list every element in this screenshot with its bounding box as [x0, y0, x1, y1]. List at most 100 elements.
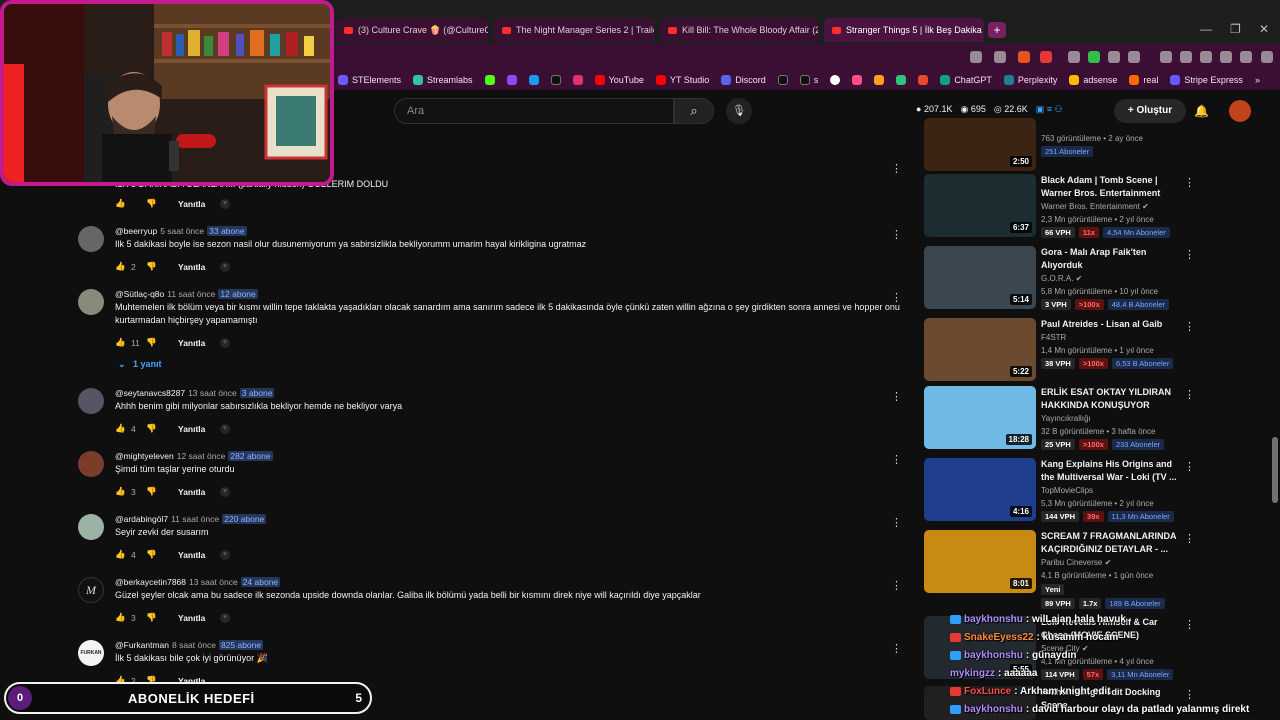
reply-button[interactable]: Yanıtla	[178, 262, 220, 272]
more-options-icon[interactable]: ⋮	[891, 228, 902, 241]
more-options-icon[interactable]: ⋮	[1184, 532, 1195, 545]
close-tab-icon[interactable]: ✕	[982, 24, 984, 37]
bookmark-youtube[interactable]: YouTube	[594, 74, 644, 85]
more-options-icon[interactable]: ⋮	[1184, 388, 1195, 401]
comment-author[interactable]: @Sütlaç-q8o	[115, 289, 164, 299]
reply-button[interactable]: Yanıtla	[178, 338, 220, 348]
comment-author[interactable]: @ardabingöl7	[115, 514, 168, 524]
video-thumbnail[interactable]: 8:01	[924, 530, 1036, 593]
bookmark-kick[interactable]	[484, 74, 495, 85]
extension-icons[interactable]: ▣ ≡ ⚇	[1036, 104, 1063, 115]
bookmark-misc[interactable]	[896, 74, 907, 85]
dislike-icon[interactable]: 👎	[146, 261, 178, 272]
dislike-icon[interactable]: 👎	[146, 198, 178, 209]
dislike-icon[interactable]: 👎	[146, 486, 178, 497]
more-options-icon[interactable]: ⋮	[891, 390, 902, 403]
video-title[interactable]: Kang Explains His Origins and the Multiv…	[1041, 458, 1183, 484]
video-title[interactable]: ERLİK ESAT OKTAY YILDIRAN HAKKINDA KONUŞ…	[1041, 386, 1183, 412]
bookmark-x[interactable]	[550, 74, 561, 85]
tab-night-manager[interactable]: The Night Manager Series 2 | Trailer	[494, 18, 654, 42]
video-title[interactable]: SCREAM 7 FRAGMANLARINDA KAÇIRDIĞINIZ DET…	[1041, 530, 1183, 556]
show-replies-button[interactable]: ⌄ 1 yanıt	[118, 359, 162, 370]
reply-button[interactable]: Yanıtla	[178, 613, 220, 623]
like-icon[interactable]: 👍	[115, 423, 131, 434]
avatar[interactable]: M	[78, 577, 104, 603]
more-options-icon[interactable]: ⋮	[1184, 688, 1195, 701]
bookmark-misc[interactable]	[852, 74, 863, 85]
bookmark-perplexity[interactable]: Perplexity	[1003, 74, 1057, 85]
more-options-icon[interactable]: ⋮	[891, 162, 902, 175]
close-window-button[interactable]: ✕	[1259, 22, 1269, 36]
like-icon[interactable]: 👍	[115, 198, 131, 209]
more-options-icon[interactable]: ⋮	[1184, 618, 1195, 631]
wallet-icon[interactable]	[1200, 51, 1212, 63]
more-options-icon[interactable]: ⋮	[891, 579, 902, 592]
avatar[interactable]	[78, 289, 104, 315]
create-button[interactable]: + Oluştur	[1114, 99, 1186, 123]
reply-button[interactable]: Yanıtla	[178, 487, 220, 497]
like-icon[interactable]: 👍	[115, 486, 131, 497]
channel-name[interactable]: TopMovieClips	[1041, 485, 1093, 497]
channel-name[interactable]: G.O.R.A. ✔	[1041, 273, 1082, 285]
video-thumbnail[interactable]: 2:50	[924, 118, 1036, 171]
more-options-icon[interactable]: ⋮	[891, 291, 902, 304]
minimize-button[interactable]: —	[1200, 22, 1212, 36]
more-options-icon[interactable]: ⋮	[1184, 248, 1195, 261]
video-title[interactable]: Gora - Malı Arap Faik'ten Alıyorduk	[1041, 246, 1183, 272]
channel-name[interactable]: F4STR	[1041, 332, 1066, 344]
bookmark-chatgpt[interactable]: ChatGPT	[940, 74, 992, 85]
bookmark-discord[interactable]: Discord	[721, 74, 766, 85]
channel-name[interactable]: Paribu Cineverse ✔	[1041, 557, 1111, 569]
tab-kill-bill[interactable]: Kill Bill: The Whole Bloody Affair (20..…	[660, 18, 818, 42]
comment-author[interactable]: @berkaycetin7868	[115, 577, 186, 587]
video-thumbnail[interactable]: 5:22	[924, 318, 1036, 381]
channel-name[interactable]: Yayıncıkrallığı	[1041, 413, 1091, 425]
notifications-bell-icon[interactable]: 🔔	[1194, 104, 1209, 118]
bookmark-stripe-express[interactable]: Stripe Express	[1170, 74, 1243, 85]
avatar[interactable]	[78, 514, 104, 540]
avatar[interactable]	[78, 226, 104, 252]
like-icon[interactable]: 👍	[115, 549, 131, 560]
more-options-icon[interactable]: ⋮	[1184, 176, 1195, 189]
video-title[interactable]: Black Adam | Tomb Scene | Warner Bros. E…	[1041, 174, 1183, 200]
brave-shield-icon[interactable]	[1018, 51, 1030, 63]
tab-culture-crave[interactable]: (3) Culture Crave 🍿 (@CultureCrav...	[336, 18, 488, 42]
bookmark-misc[interactable]	[918, 74, 929, 85]
reply-button[interactable]: Yanıtla	[178, 199, 220, 209]
more-options-icon[interactable]: ⋮	[1184, 460, 1195, 473]
page-scrollbar[interactable]	[1270, 92, 1280, 720]
like-icon[interactable]: 👍	[115, 612, 131, 623]
voice-search-button[interactable]: 🎙	[726, 98, 752, 124]
extension-green-icon[interactable]	[1088, 51, 1100, 63]
share-icon[interactable]	[994, 51, 1006, 63]
channel-name[interactable]: Warner Bros. Entertainment ✔	[1041, 201, 1149, 213]
bookmark-misc[interactable]	[830, 74, 841, 85]
new-tab-button[interactable]: +	[988, 22, 1006, 38]
comment-author[interactable]: @mightyeleven	[115, 451, 174, 461]
tab-stranger-things[interactable]: Stranger Things 5 | İlk Beş Dakika ✕	[824, 18, 984, 42]
video-thumbnail[interactable]: 18:28	[924, 386, 1036, 449]
maximize-button[interactable]: ❐	[1230, 22, 1241, 36]
like-icon[interactable]: 👍	[115, 337, 131, 348]
bookmark-adsense[interactable]: adsense	[1069, 74, 1117, 85]
music-icon[interactable]	[1160, 51, 1172, 63]
extension-icon[interactable]	[1128, 51, 1140, 63]
like-icon[interactable]: 👍	[115, 261, 131, 272]
comment-author[interactable]: @beerryup	[115, 226, 157, 236]
bookmark-bluesky[interactable]	[528, 74, 539, 85]
bookmark-yt-studio[interactable]: YT Studio	[655, 74, 709, 85]
video-thumbnail[interactable]: 4:16	[924, 458, 1036, 521]
bookmark-stelements[interactable]: STElements	[338, 74, 401, 85]
extension-icon[interactable]	[1108, 51, 1120, 63]
dislike-icon[interactable]: 👎	[146, 423, 178, 434]
reply-button[interactable]: Yanıtla	[178, 550, 220, 560]
comment-author[interactable]: @seytanavcs8287	[115, 388, 185, 398]
more-options-icon[interactable]: ⋮	[1184, 320, 1195, 333]
account-avatar[interactable]	[1229, 100, 1251, 122]
avatar[interactable]	[78, 388, 104, 414]
avatar[interactable]	[78, 451, 104, 477]
bookmark-tiktok-s[interactable]: s	[799, 74, 818, 85]
vpn-icon[interactable]	[1240, 51, 1252, 63]
download-icon[interactable]	[1220, 51, 1232, 63]
bookmarks-overflow-icon[interactable]: »	[1255, 75, 1260, 85]
